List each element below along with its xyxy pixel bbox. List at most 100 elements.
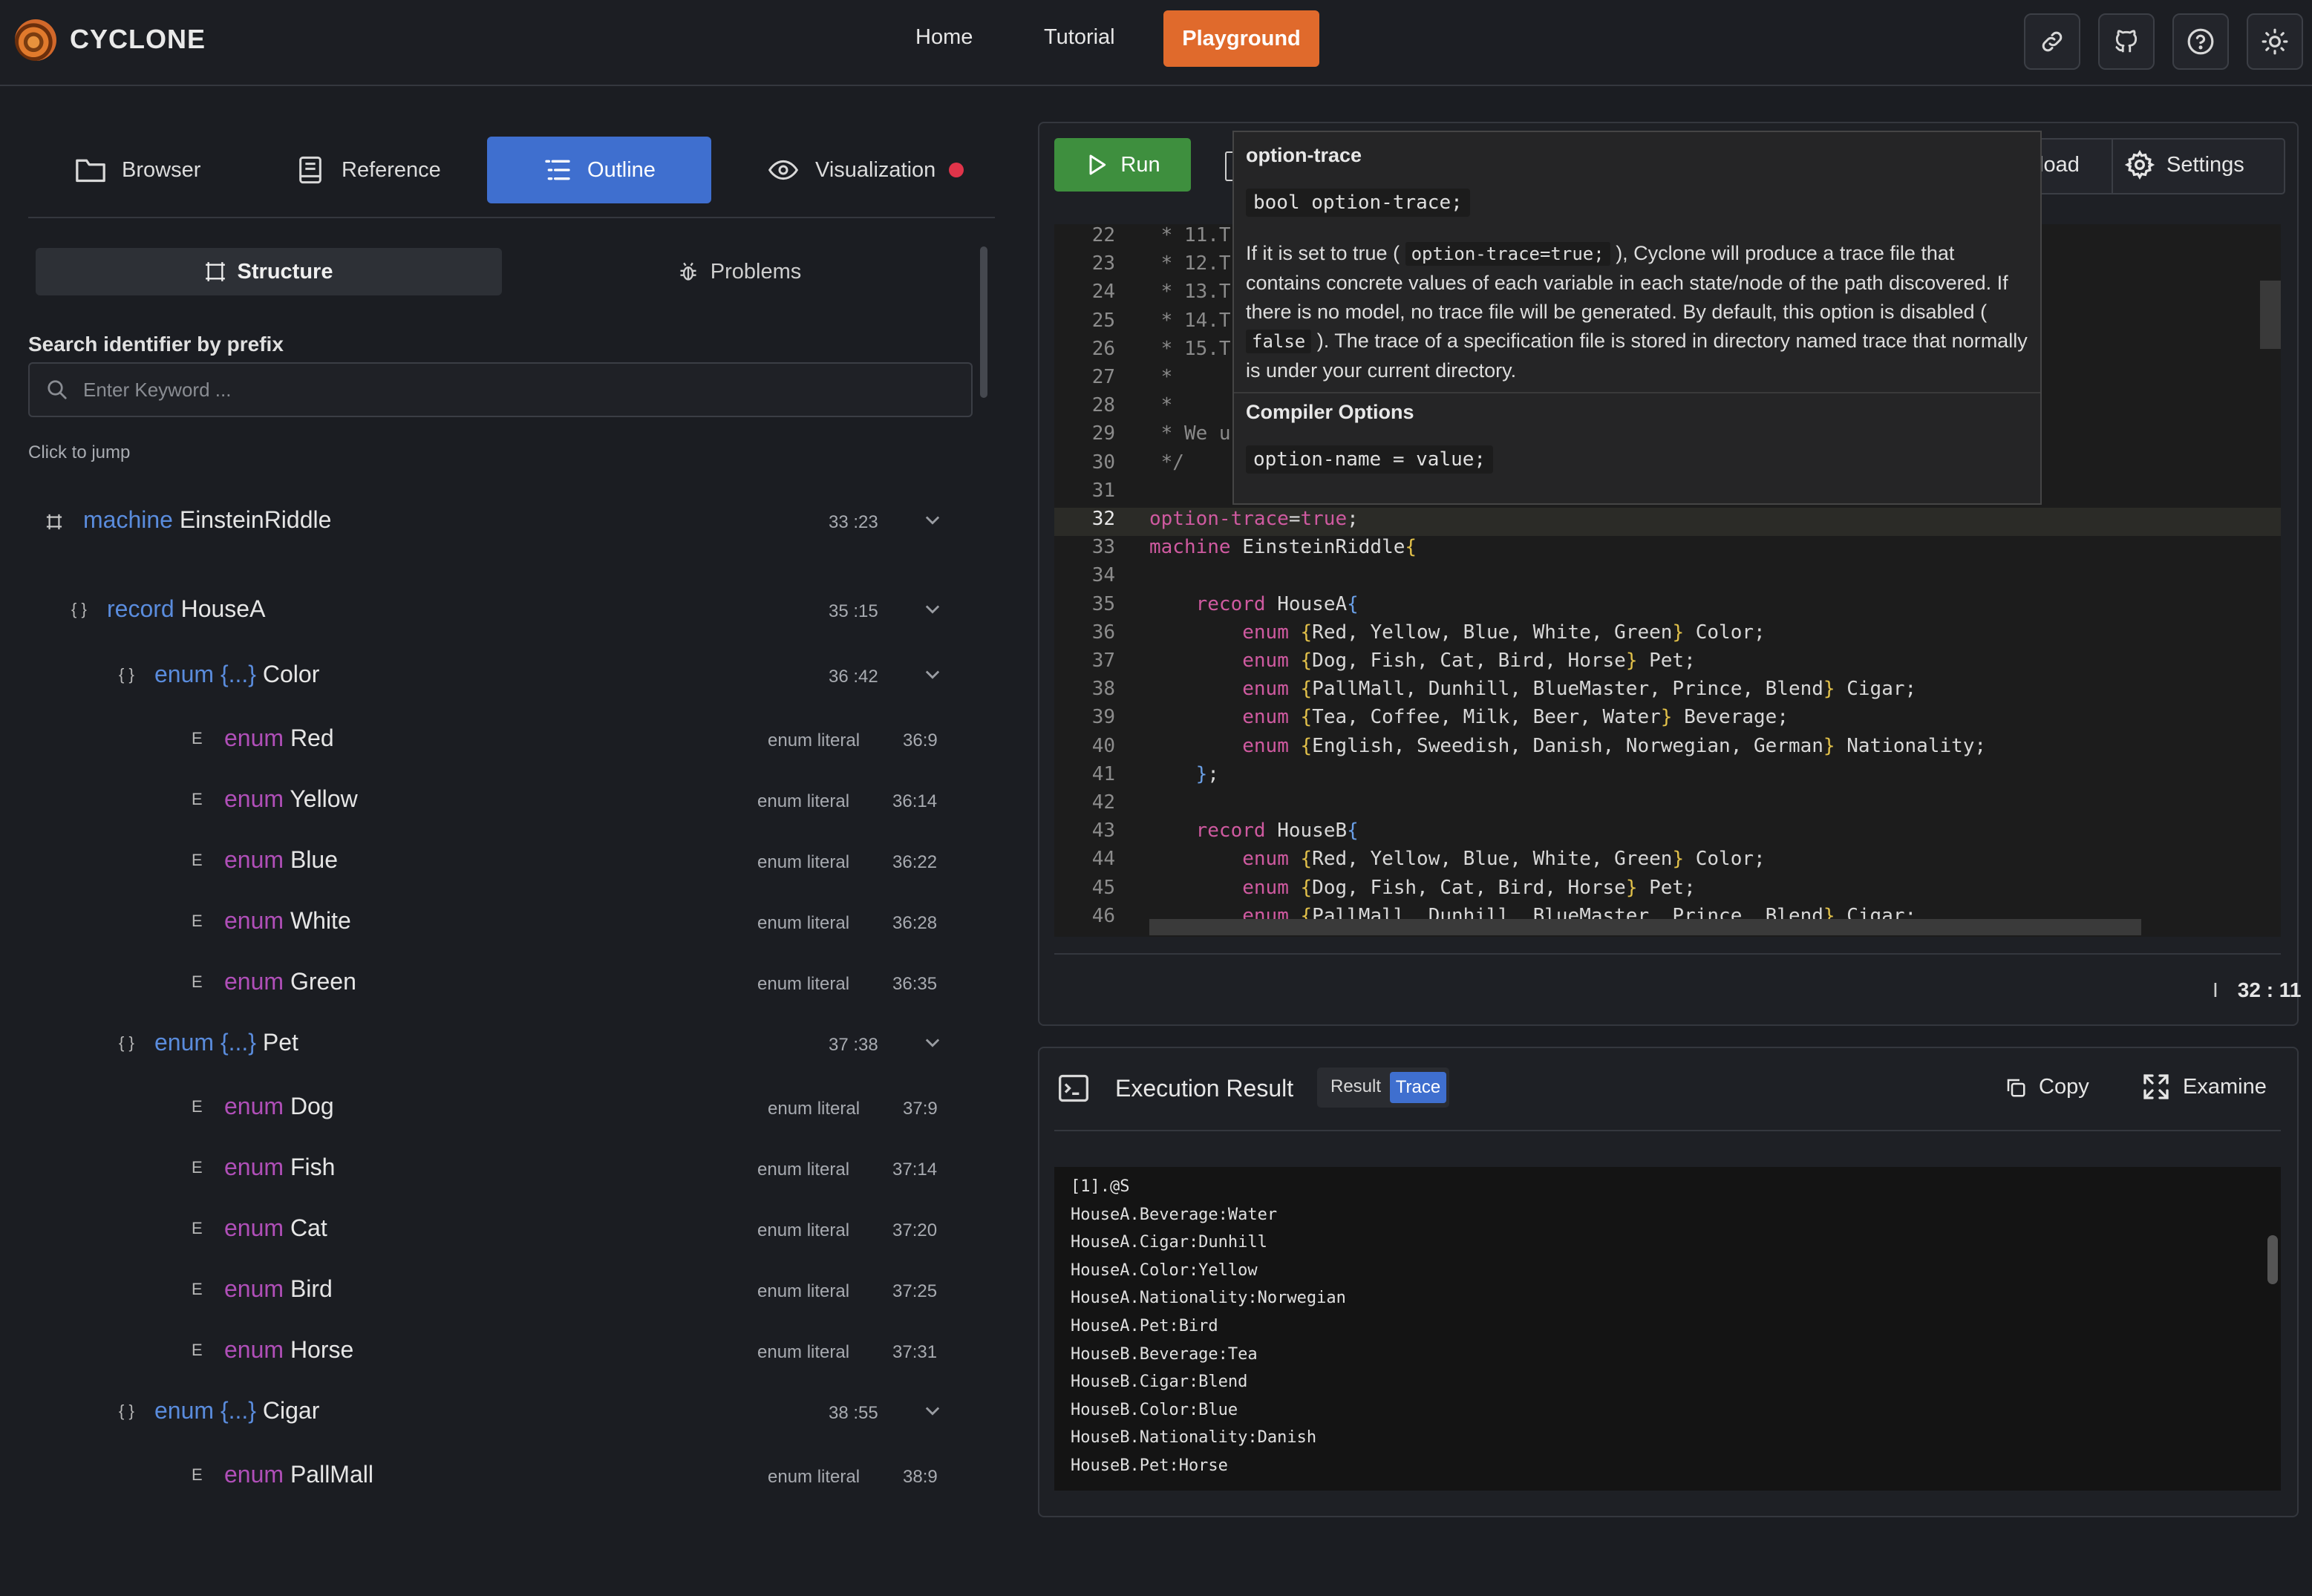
chevron-down-icon[interactable]	[922, 1400, 943, 1421]
code-line[interactable]: 32 option-trace=true;	[1054, 508, 2281, 536]
cursor-position-value: 32 : 11	[2237, 978, 2302, 1001]
code-line[interactable]: 37 enum {Dog, Fish, Cat, Bird, Horse} Pe…	[1054, 650, 2281, 678]
code-line[interactable]: 42	[1054, 791, 2281, 820]
subtab-structure[interactable]: Structure	[36, 248, 502, 295]
code-text: *	[1149, 394, 1173, 417]
chevron-down-icon[interactable]	[922, 509, 943, 530]
tab-reference[interactable]: Reference	[295, 137, 441, 203]
code-line[interactable]: 41 };	[1054, 763, 2281, 791]
code-line[interactable]: 39 enum {Tea, Coffee, Milk, Beer, Water}…	[1054, 706, 2281, 734]
outline-type: enum literal	[757, 913, 850, 933]
divider	[2112, 140, 2113, 193]
search-field[interactable]	[28, 362, 973, 417]
editor-minimap-slider[interactable]	[2260, 281, 2281, 349]
outline-item-literal[interactable]: E enum Dog enum literal 37:9	[28, 1087, 964, 1131]
nav-playground[interactable]: Playground	[1163, 10, 1319, 67]
outline-position: 35 :15	[829, 601, 878, 621]
code-line[interactable]: 43 record HouseB{	[1054, 820, 2281, 848]
cyclone-logo[interactable]	[15, 19, 56, 61]
outline-type: enum literal	[768, 730, 861, 750]
editor-horizontal-scrollbar[interactable]	[1149, 919, 2141, 935]
output-line: HouseA.Nationality:Norwegian	[1071, 1289, 1346, 1308]
code-line[interactable]: 33 machine EinsteinRiddle{	[1054, 536, 2281, 564]
code-text: };	[1195, 762, 1219, 785]
copy-button[interactable]: Copy	[2005, 1075, 2089, 1099]
tab-outline[interactable]: Outline	[487, 137, 711, 203]
outline-position: 38 :55	[829, 1403, 878, 1423]
gear-icon	[2125, 150, 2155, 180]
outline-name: Yellow	[290, 785, 358, 812]
line-number: 23	[1091, 252, 1115, 275]
toggle-result[interactable]: Result	[1330, 1076, 1381, 1097]
code-line[interactable]: 36 enum {Red, Yellow, Blue, White, Green…	[1054, 621, 2281, 650]
subtab-problems[interactable]: Problems	[506, 248, 973, 295]
copy-icon	[2007, 1079, 2025, 1096]
execution-output[interactable]: [1].@S HouseA.Beverage:Water HouseA.Cigar:…	[1054, 1167, 2281, 1491]
outline-item-literal[interactable]: E enum Green enum literal 36:35	[28, 962, 964, 1007]
nav-tutorial[interactable]: Tutorial	[1044, 25, 1115, 50]
tooltip-inline-code: false	[1246, 330, 1312, 353]
copy-label: Copy	[2039, 1075, 2089, 1099]
brand-name[interactable]: CYCLONE	[70, 24, 206, 55]
outline-keyword: machine	[83, 506, 173, 533]
toggle-trace[interactable]: Trace	[1390, 1072, 1446, 1103]
chevron-down-icon[interactable]	[922, 598, 943, 619]
github-button[interactable]	[2098, 13, 2155, 70]
code-line[interactable]: 45 enum {Dog, Fish, Cat, Bird, Horse} Pe…	[1054, 877, 2281, 905]
tab-visualization[interactable]: Visualization	[768, 137, 964, 203]
code-line[interactable]: 34	[1054, 564, 2281, 592]
outline-item-enum[interactable]: { } enum {...} Color 36 :42	[28, 655, 964, 699]
outline-item-literal[interactable]: E enum PallMall enum literal 38:9	[28, 1455, 964, 1499]
enum-literal-icon: E	[192, 1097, 203, 1116]
output-line: HouseB.Pet:Horse	[1071, 1456, 1228, 1475]
chevron-down-icon[interactable]	[922, 664, 943, 684]
outline-item-machine[interactable]: machine EinsteinRiddle 33 :23	[28, 500, 964, 545]
nav-home[interactable]: Home	[915, 25, 973, 50]
braces-icon: { }	[71, 600, 87, 618]
run-button[interactable]: Run	[1054, 138, 1191, 192]
search-icon	[48, 380, 67, 399]
sun-icon	[2262, 28, 2288, 55]
chevron-down-icon[interactable]	[922, 1032, 943, 1053]
examine-button[interactable]: Examine	[2141, 1072, 2267, 1102]
enum-literal-icon: E	[192, 972, 203, 991]
outline-name: Pet	[262, 1029, 298, 1056]
code-line[interactable]: 38 enum {PallMall, Dunhill, BlueMaster, …	[1054, 678, 2281, 706]
tab-browser[interactable]: Browser	[74, 137, 200, 203]
output-line: [1].@S	[1071, 1177, 1130, 1196]
outline-item-literal[interactable]: E enum Blue enum literal 36:22	[28, 840, 964, 885]
outline-item-enum[interactable]: { } enum {...} Cigar 38 :55	[28, 1391, 964, 1436]
line-number: 40	[1091, 734, 1115, 757]
outline-item-literal[interactable]: E enum White enum literal 36:28	[28, 901, 964, 946]
outline-item-enum[interactable]: { } enum {...} Pet 37 :38	[28, 1023, 964, 1067]
outline-item-record[interactable]: { } record HouseA 35 :15	[28, 589, 964, 634]
code-text: * 13.T	[1149, 281, 1231, 304]
download-button[interactable]: load	[2039, 153, 2080, 177]
outline-position: 36:22	[892, 852, 938, 872]
outline-item-literal[interactable]: E enum Red enum literal 36:9	[28, 719, 964, 763]
outline-item-literal[interactable]: E enum Fish enum literal 37:14	[28, 1148, 964, 1192]
divider	[1054, 953, 2281, 955]
outline-item-literal[interactable]: E enum Bird enum literal 37:25	[28, 1269, 964, 1314]
code-text: machine EinsteinRiddle{	[1149, 536, 1417, 559]
outline-item-literal[interactable]: E enum Yellow enum literal 36:14	[28, 779, 964, 824]
theme-toggle-button[interactable]	[2247, 13, 2303, 70]
share-link-button[interactable]	[2024, 13, 2080, 70]
output-scrollbar[interactable]	[2267, 1235, 2278, 1284]
settings-button[interactable]: Settings	[2125, 150, 2244, 180]
code-line[interactable]: 44 enum {Red, Yellow, Blue, White, Green…	[1054, 848, 2281, 876]
outline-scrollbar[interactable]	[980, 246, 987, 398]
enum-literal-icon: E	[192, 790, 203, 808]
machine-icon	[46, 514, 62, 530]
enum-literal-icon: E	[192, 1465, 203, 1484]
outline-position: 36:9	[903, 730, 938, 750]
code-text: enum {Tea, Coffee, Milk, Beer, Water} Be…	[1242, 706, 1789, 729]
search-input[interactable]	[82, 376, 938, 404]
code-line[interactable]: 40 enum {English, Sweedish, Danish, Norw…	[1054, 735, 2281, 763]
code-line[interactable]: 35 record HouseA{	[1054, 593, 2281, 621]
book-icon	[299, 156, 321, 184]
outline-item-literal[interactable]: E enum Cat enum literal 37:20	[28, 1209, 964, 1253]
divider	[1054, 1130, 2281, 1131]
help-button[interactable]	[2172, 13, 2229, 70]
outline-item-literal[interactable]: E enum Horse enum literal 37:31	[28, 1330, 964, 1375]
